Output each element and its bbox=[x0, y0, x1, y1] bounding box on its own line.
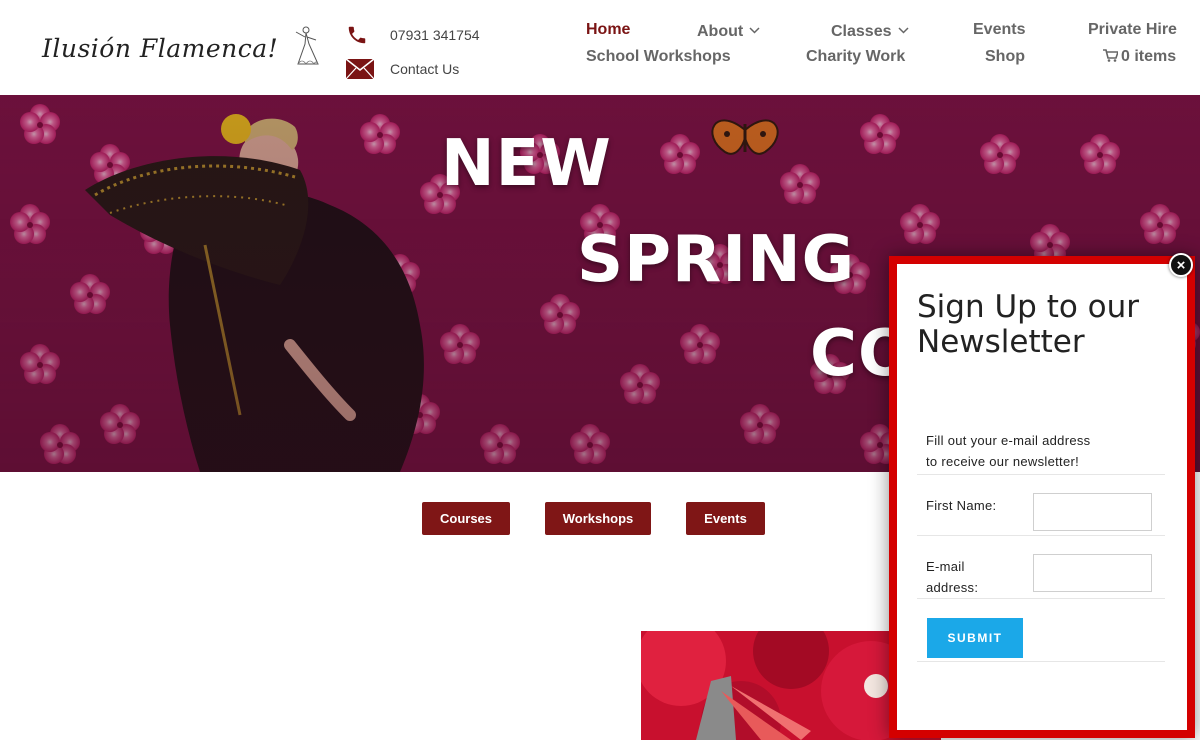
email-label-line-2: address: bbox=[926, 580, 979, 595]
nav-shop[interactable]: Shop bbox=[985, 48, 1025, 66]
chevron-down-icon bbox=[749, 21, 760, 39]
hero-word-1: NEW bbox=[441, 127, 612, 201]
nav-home[interactable]: Home bbox=[586, 21, 630, 39]
cart-count: 0 items bbox=[1121, 48, 1177, 65]
email-label: E-mail address: bbox=[926, 556, 978, 598]
close-icon[interactable]: × bbox=[1169, 253, 1193, 277]
divider bbox=[917, 535, 1165, 536]
nav-cart[interactable]: 0 items bbox=[1103, 48, 1176, 66]
main-nav: Home About Classes Events Private Hire S… bbox=[0, 17, 1200, 77]
popup-description-line-1: Fill out your e-mail address bbox=[926, 433, 1091, 448]
cart-icon bbox=[1103, 48, 1121, 65]
newsletter-popup: Sign Up to our Newsletter Fill out your … bbox=[889, 256, 1195, 738]
popup-title: Sign Up to our Newsletter bbox=[917, 289, 1140, 360]
events-button[interactable]: Events bbox=[686, 502, 765, 535]
hero-word-2: SPRING bbox=[577, 223, 856, 297]
first-name-field[interactable] bbox=[1033, 493, 1152, 531]
workshops-button[interactable]: Workshops bbox=[545, 502, 651, 535]
divider bbox=[917, 474, 1165, 475]
divider bbox=[917, 598, 1165, 599]
popup-description: Fill out your e-mail address to receive … bbox=[926, 430, 1166, 472]
nav-about[interactable]: About bbox=[697, 21, 760, 41]
submit-button[interactable]: SUBMIT bbox=[927, 618, 1023, 658]
nav-charity-work[interactable]: Charity Work bbox=[806, 48, 905, 66]
email-field[interactable] bbox=[1033, 554, 1152, 592]
nav-events[interactable]: Events bbox=[973, 21, 1025, 39]
chevron-down-icon bbox=[897, 21, 909, 39]
nav-school-workshops[interactable]: School Workshops bbox=[586, 48, 731, 66]
site-header: Ilusión Flamenca! 07931 341754 Contact U… bbox=[0, 0, 1200, 95]
divider bbox=[917, 661, 1165, 662]
nav-private-hire[interactable]: Private Hire bbox=[1088, 21, 1177, 39]
nav-classes-label: Classes bbox=[831, 23, 892, 40]
nav-classes[interactable]: Classes bbox=[831, 21, 909, 41]
popup-description-line-2: to receive our newsletter! bbox=[926, 454, 1080, 469]
email-label-line-1: E-mail bbox=[926, 559, 965, 574]
courses-button[interactable]: Courses bbox=[422, 502, 510, 535]
first-name-label: First Name: bbox=[926, 498, 997, 513]
nav-about-label: About bbox=[697, 23, 744, 40]
